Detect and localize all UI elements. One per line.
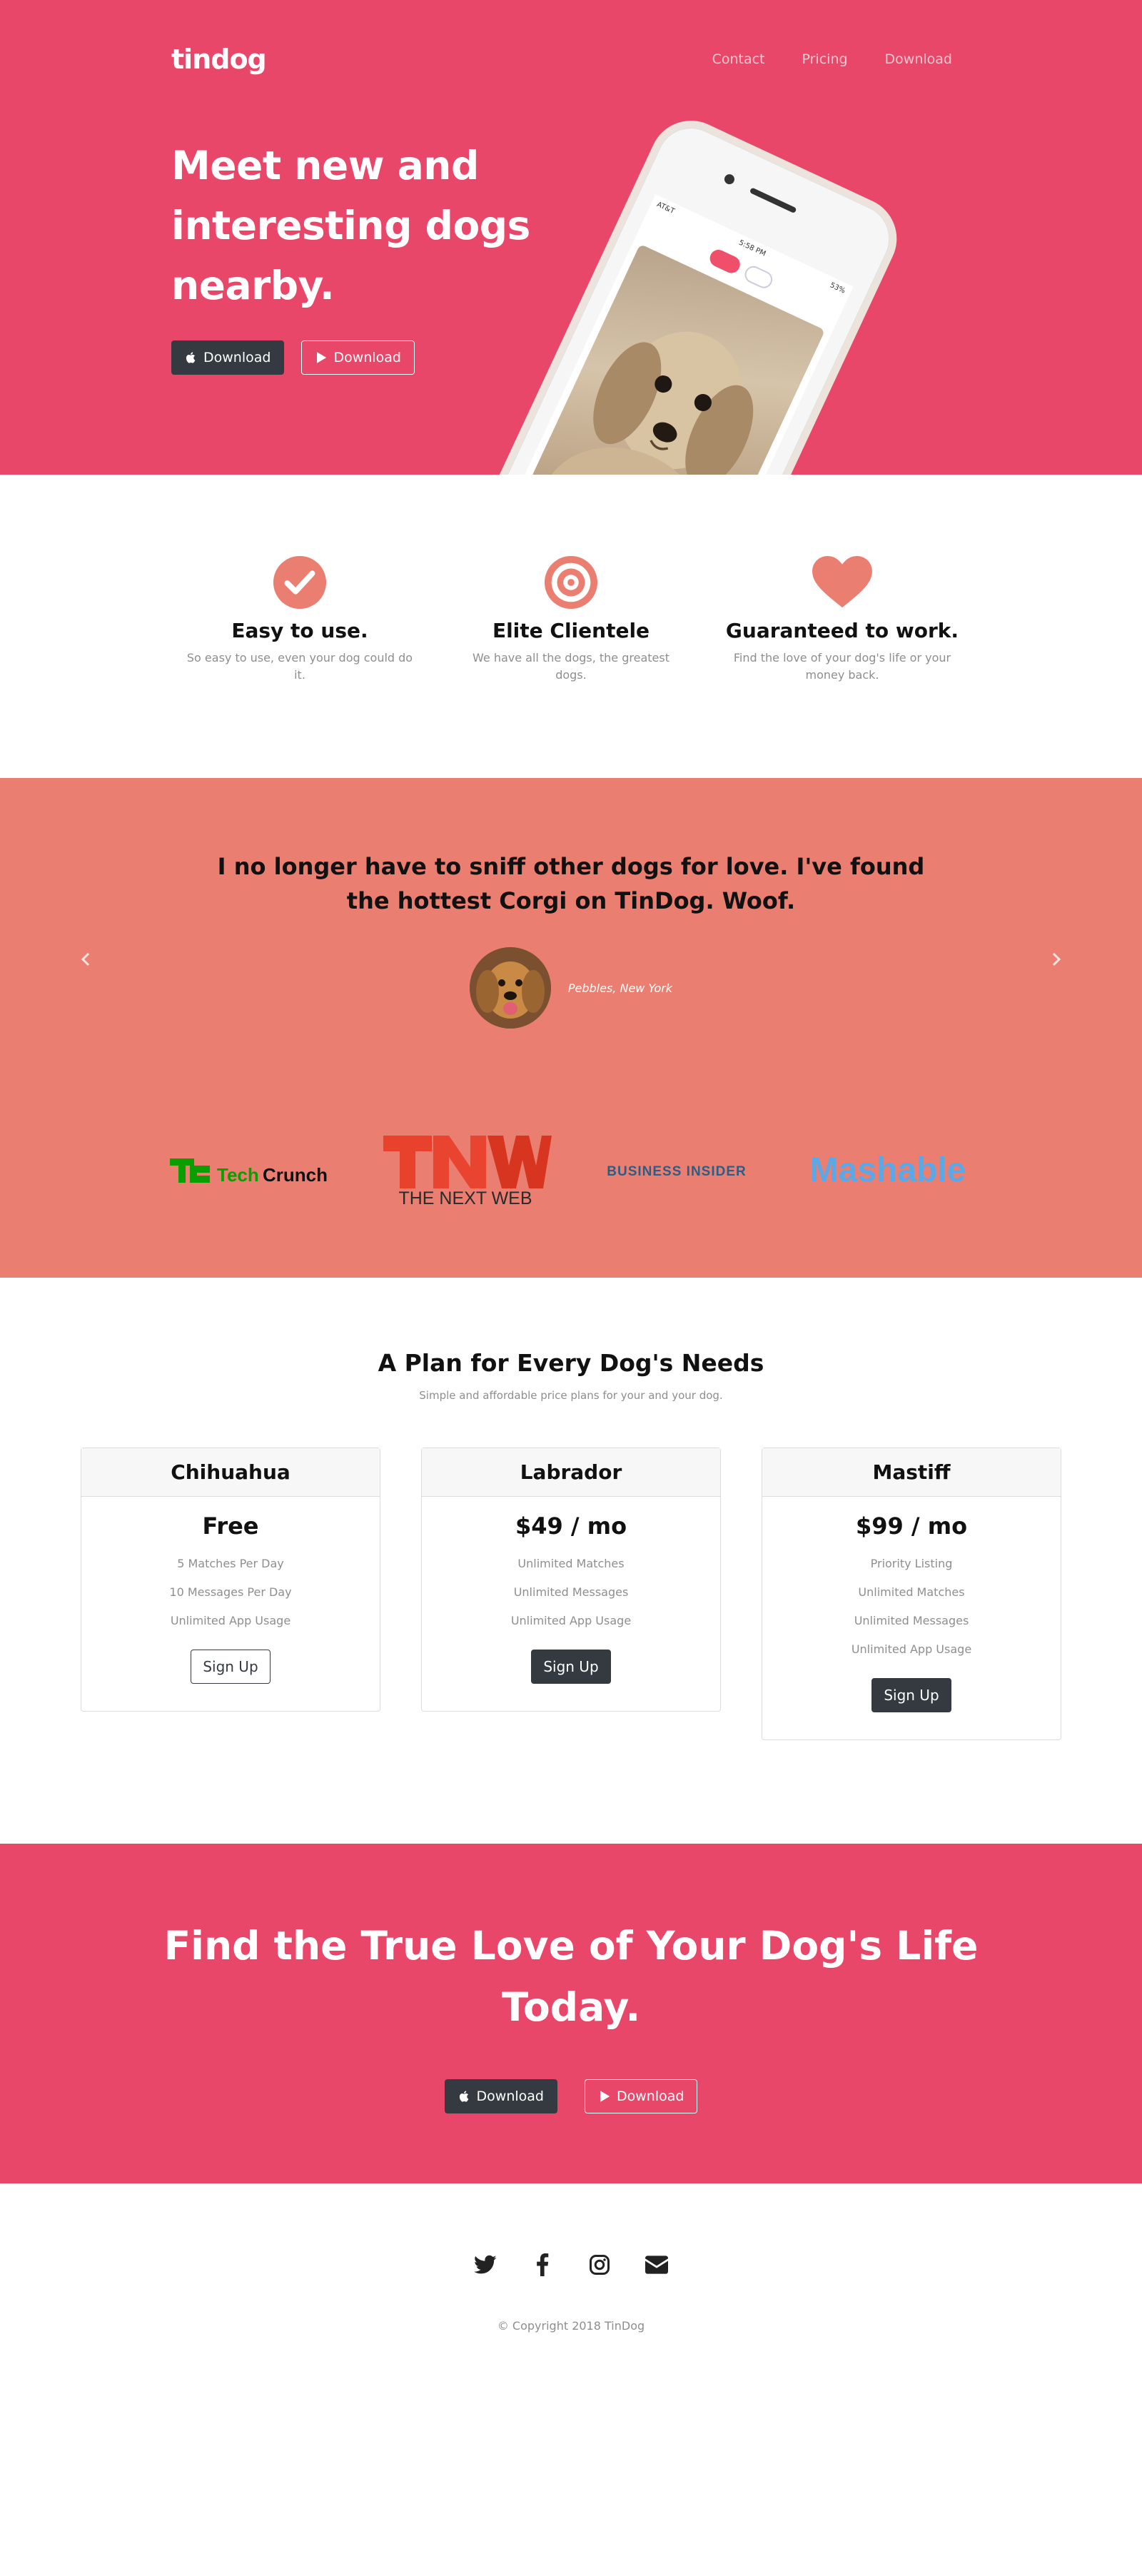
download-google-play-button[interactable]: Download — [301, 340, 415, 375]
plan-feature: Unlimited Matches — [517, 1557, 625, 1570]
plan-body: $99 / mo Priority Listing Unlimited Matc… — [762, 1497, 1061, 1739]
apple-icon — [458, 2090, 471, 2103]
hero-title: Meet new and interesting dogs nearby. — [171, 143, 530, 308]
plan-body: Free 5 Matches Per Day 10 Messages Per D… — [81, 1497, 380, 1711]
footer: © Copyright 2018 TinDog — [0, 2183, 1142, 2576]
download-apple-button[interactable]: Download — [444, 2079, 557, 2113]
phone-speaker — [749, 187, 797, 214]
check-circle-icon — [164, 555, 435, 610]
phone-battery: 53% — [829, 281, 847, 296]
download-label: Download — [203, 350, 271, 365]
plan-price: $99 / mo — [855, 1512, 968, 1540]
svg-text:Mashable: Mashable — [810, 1151, 966, 1189]
features-section: Easy to use. So easy to use, even your d… — [0, 475, 1142, 778]
apple-icon — [185, 351, 198, 364]
pricing-plans: Chihuahua Free 5 Matches Per Day 10 Mess… — [81, 1448, 1061, 1740]
download-apple-button[interactable]: Download — [171, 340, 285, 375]
plan-price: $49 / mo — [515, 1512, 627, 1540]
sign-up-button-mastiff[interactable]: Sign Up — [871, 1678, 951, 1712]
business-insider-logo: BUSINESS INSIDER — [587, 1131, 766, 1210]
avatar — [469, 947, 551, 1029]
download-google-play-button[interactable]: Download — [585, 2079, 698, 2113]
google-play-icon — [598, 2090, 611, 2103]
download-label: Download — [617, 2088, 684, 2104]
press-logos: Tech Crunch THE NEXT WEB BUSINESS INSIDE… — [0, 1131, 1142, 1210]
copyright-text: © Copyright 2018 TinDog — [497, 2319, 645, 2333]
plan-feature: Unlimited Matches — [858, 1585, 965, 1599]
plan-name: Chihuahua — [81, 1448, 380, 1497]
google-play-icon — [315, 351, 328, 364]
cta-buttons: Download Download — [0, 2079, 1142, 2113]
chat-toggle — [742, 263, 776, 291]
social-links — [0, 2251, 1142, 2279]
techcrunch-logo: Tech Crunch — [165, 1131, 343, 1210]
instagram-icon[interactable] — [585, 2251, 614, 2279]
nav-link-contact[interactable]: Contact — [712, 51, 765, 67]
heart-icon — [707, 555, 978, 610]
cta-title: Find the True Love of Your Dog's Life To… — [163, 1923, 979, 2030]
svg-text:Tech: Tech — [217, 1164, 259, 1186]
hero-section: tindog Contact Pricing Download Meet new… — [0, 0, 1142, 475]
twitter-icon[interactable] — [471, 2251, 500, 2279]
download-label: Download — [476, 2088, 544, 2104]
plan-body: $49 / mo Unlimited Matches Unlimited Mes… — [422, 1497, 720, 1711]
plan-feature: Unlimited App Usage — [510, 1614, 632, 1627]
navbar: tindog Contact Pricing Download — [171, 41, 952, 77]
testimonials-section: I no longer have to sniff other dogs for… — [0, 778, 1142, 1278]
feature-title: Guaranteed to work. — [725, 619, 959, 642]
feature-text: We have all the dogs, the greatest dogs. — [473, 651, 669, 682]
plan-card-labrador: Labrador $49 / mo Unlimited Matches Unli… — [421, 1448, 721, 1712]
plan-name: Mastiff — [762, 1448, 1061, 1497]
sign-up-button-chihuahua[interactable]: Sign Up — [191, 1650, 271, 1684]
plan-feature: Unlimited Messages — [854, 1614, 969, 1627]
brand-logo[interactable]: tindog — [171, 44, 267, 75]
plan-feature: Unlimited Messages — [513, 1585, 629, 1599]
svg-text:BUSINESS INSIDER: BUSINESS INSIDER — [607, 1164, 746, 1179]
facebook-icon[interactable] — [528, 2251, 557, 2279]
svg-text:Crunch: Crunch — [263, 1164, 328, 1186]
plan-feature: 5 Matches Per Day — [177, 1557, 284, 1570]
plan-feature: Unlimited App Usage — [170, 1614, 291, 1627]
nav-links: Contact Pricing Download — [712, 51, 952, 67]
testimonial-author: Pebbles, New York — [0, 947, 1142, 1029]
envelope-icon[interactable] — [642, 2251, 671, 2279]
the-next-web-logo: THE NEXT WEB — [376, 1131, 555, 1210]
cta-section: Find the True Love of Your Dog's Life To… — [0, 1844, 1142, 2183]
author-name: Pebbles, New York — [567, 981, 673, 995]
feature-text: Find the love of your dog's life or your… — [733, 651, 951, 682]
hero-buttons: Download Download — [171, 340, 415, 375]
feature-easy: Easy to use. So easy to use, even your d… — [164, 555, 435, 778]
feature-title: Easy to use. — [231, 619, 368, 642]
pricing-section: A Plan for Every Dog's Needs Simple and … — [0, 1278, 1142, 1844]
pricing-title: A Plan for Every Dog's Needs — [378, 1349, 764, 1377]
testimonial-quote: I no longer have to sniff other dogs for… — [217, 853, 925, 914]
nav-link-download[interactable]: Download — [885, 51, 952, 67]
pricing-subtitle: Simple and affordable price plans for yo… — [419, 1389, 723, 1402]
plan-price: Free — [202, 1512, 259, 1540]
plan-card-mastiff: Mastiff $99 / mo Priority Listing Unlimi… — [762, 1448, 1061, 1740]
plan-feature: Priority Listing — [870, 1557, 953, 1570]
nav-link-pricing[interactable]: Pricing — [802, 51, 848, 67]
plan-name: Labrador — [422, 1448, 720, 1497]
plan-feature: 10 Messages Per Day — [169, 1585, 292, 1599]
svg-text:THE NEXT WEB: THE NEXT WEB — [398, 1188, 532, 1208]
fire-toggle — [707, 247, 743, 276]
feature-text: So easy to use, even your dog could do i… — [186, 651, 413, 682]
download-label: Download — [333, 350, 401, 365]
bullseye-icon — [435, 555, 707, 610]
feature-title: Elite Clientele — [492, 619, 650, 642]
plan-card-chihuahua: Chihuahua Free 5 Matches Per Day 10 Mess… — [81, 1448, 380, 1712]
feature-elite: Elite Clientele We have all the dogs, th… — [435, 555, 707, 778]
mashable-logo: Mashable — [799, 1131, 977, 1210]
sign-up-button-labrador[interactable]: Sign Up — [531, 1650, 611, 1684]
phone-camera — [722, 172, 737, 186]
plan-feature: Unlimited App Usage — [851, 1642, 972, 1656]
feature-guarantee: Guaranteed to work. Find the love of you… — [707, 555, 978, 778]
